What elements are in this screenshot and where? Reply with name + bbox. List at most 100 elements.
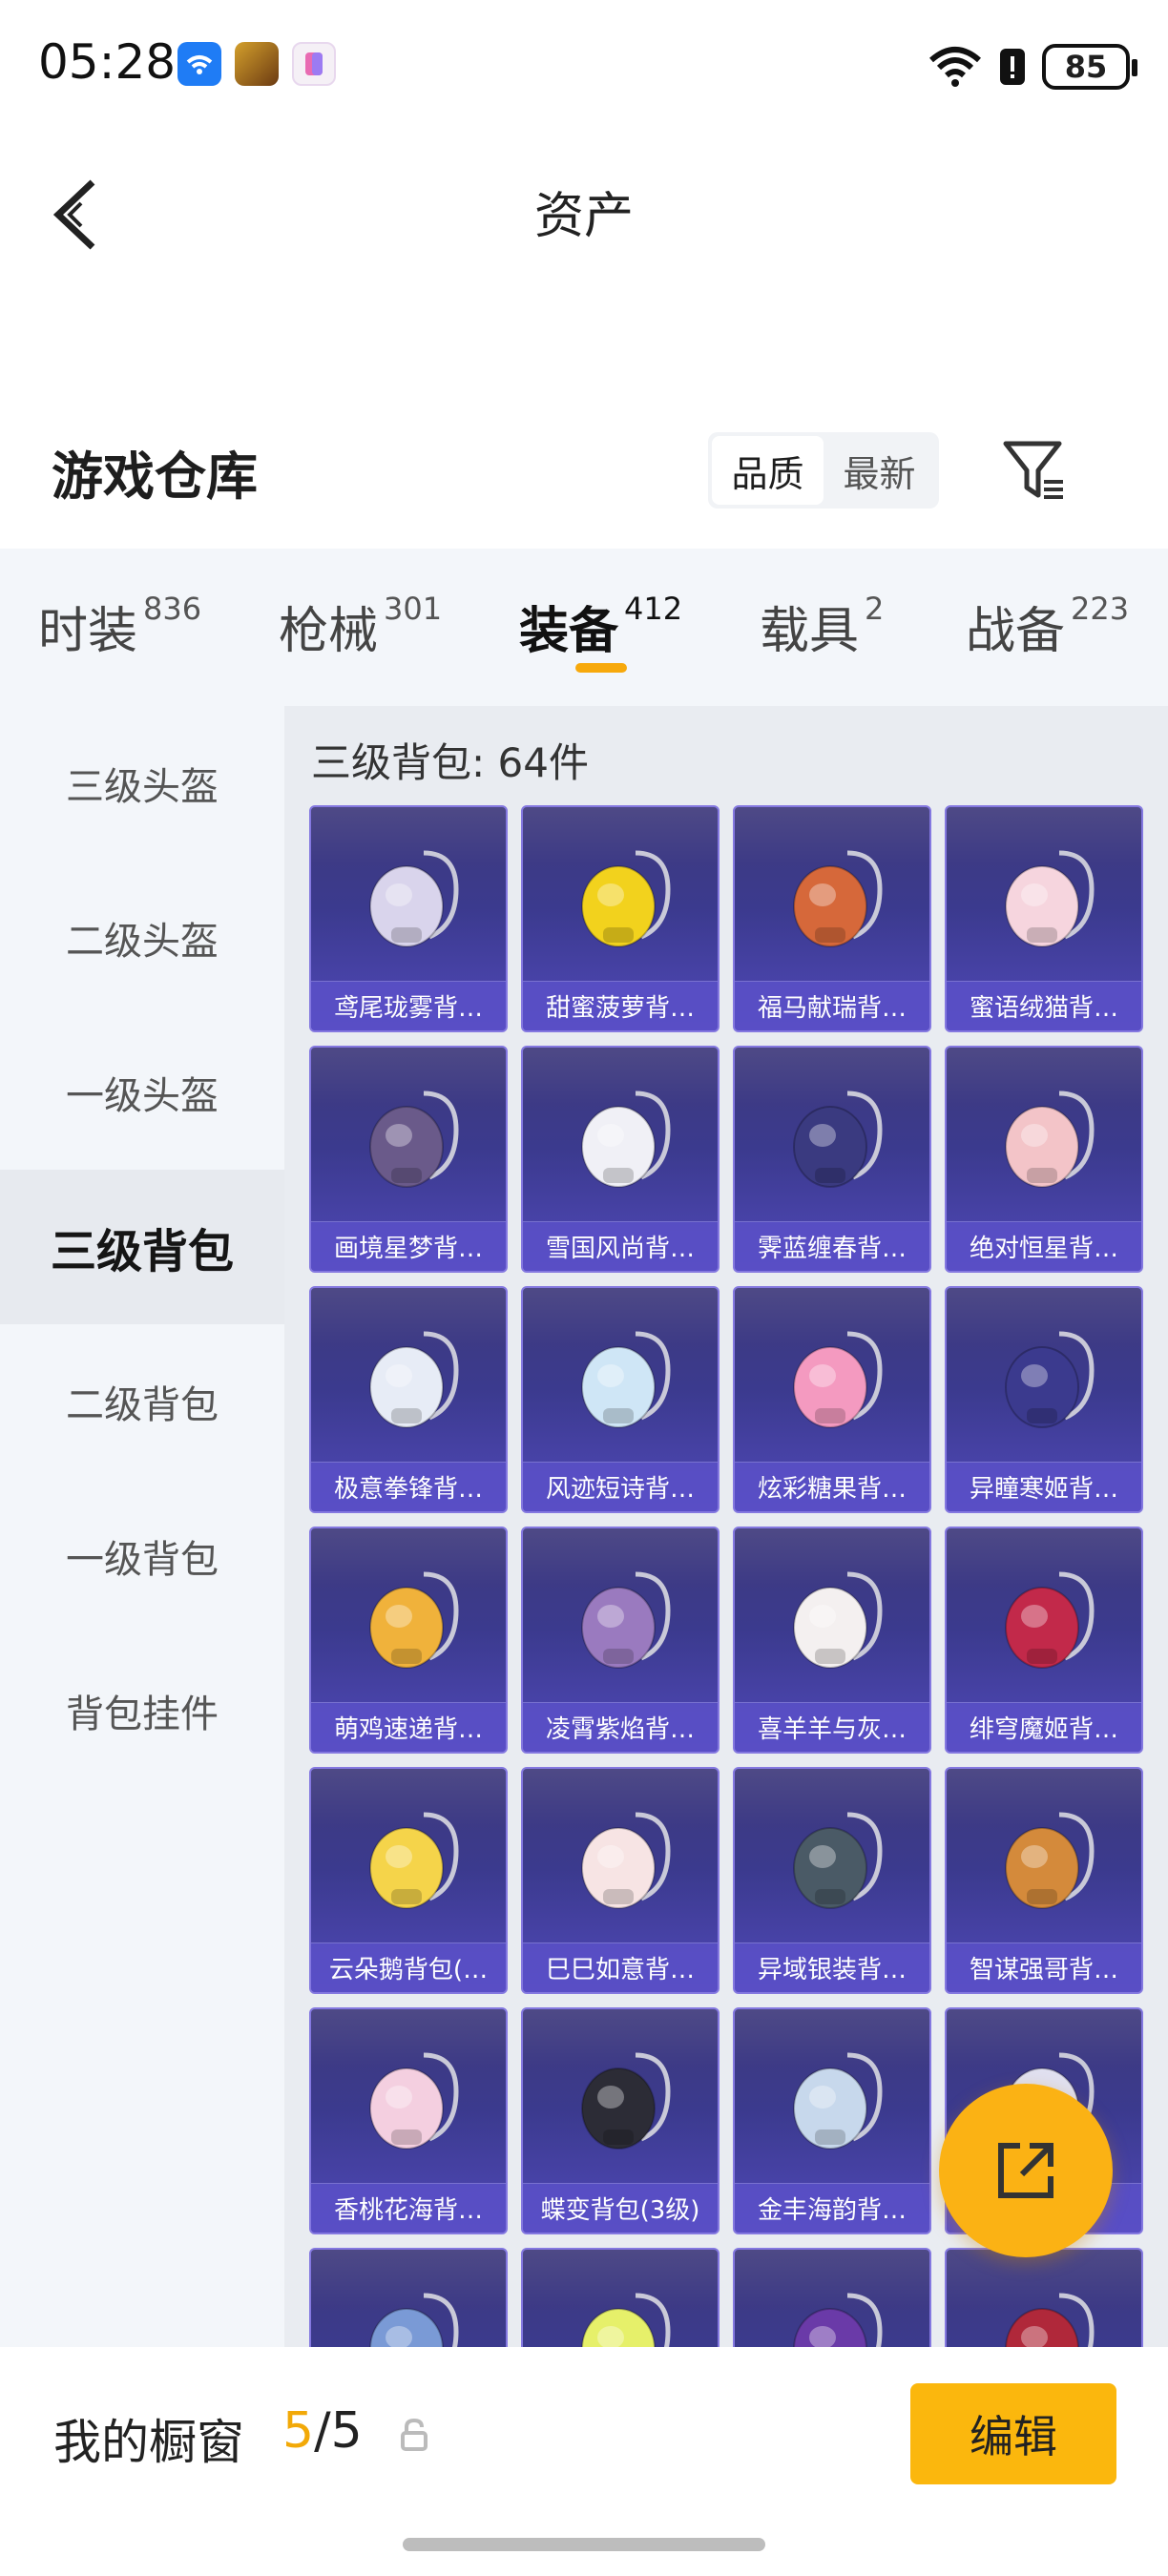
sort-quality-button[interactable]: 品质	[712, 436, 824, 505]
tab-label: 载具	[760, 603, 860, 660]
tab-count: 412	[624, 591, 683, 627]
item-card-label: 风迹短诗背…	[523, 1462, 718, 1511]
item-card[interactable]: 智谋强哥背…	[945, 1767, 1143, 1994]
backpack-art-icon	[793, 1812, 883, 1909]
share-fab-button[interactable]	[939, 2084, 1113, 2257]
tab-label: 时装	[38, 603, 138, 660]
item-card[interactable]: 香桃花海背…	[309, 2007, 508, 2234]
item-card-label: 绯穹魔姬背…	[947, 1702, 1141, 1752]
item-card[interactable]: 喜羊羊与灰…	[733, 1527, 931, 1754]
sidebar-item-lv2-helmet[interactable]: 二级头盔	[0, 861, 284, 1015]
tab-combat-prep[interactable]: 战备 223	[966, 591, 1129, 662]
tab-guns[interactable]: 枪械 301	[279, 591, 442, 662]
backpack-art-icon	[793, 850, 883, 947]
item-card[interactable]: 雪国风尚背…	[521, 1046, 720, 1273]
item-card-label: 炫彩糖果背…	[735, 1462, 929, 1511]
item-card[interactable]: 绝对恒星背…	[945, 1046, 1143, 1273]
backpack-art-icon	[369, 1812, 459, 1909]
tab-fashion[interactable]: 时装 836	[38, 591, 201, 662]
item-card[interactable]	[945, 2248, 1143, 2347]
item-card[interactable]: 异瞳寒姬背…	[945, 1286, 1143, 1513]
item-card[interactable]: 霁蓝缠春背…	[733, 1046, 931, 1273]
header: 资产	[0, 134, 1168, 363]
item-card[interactable]: 凌霄紫焰背…	[521, 1527, 720, 1754]
item-card-label: 画境星梦背…	[311, 1221, 506, 1271]
backpack-art-icon	[1005, 1331, 1095, 1428]
item-card[interactable]: 巳巳如意背…	[521, 1767, 720, 1994]
backpack-art-icon	[1005, 1091, 1095, 1188]
sidebar-item-lv2-backpack[interactable]: 二级背包	[0, 1324, 284, 1479]
backpack-art-icon	[793, 1571, 883, 1669]
game-app-icon	[235, 42, 279, 86]
lock-icon	[401, 2418, 428, 2451]
sidebar-item-lv1-helmet[interactable]: 一级头盔	[0, 1015, 284, 1170]
item-card[interactable]: 蝶变背包(3级)	[521, 2007, 720, 2234]
item-card[interactable]	[733, 2248, 931, 2347]
backpack-art-icon	[581, 1812, 671, 1909]
tab-label: 战备	[966, 603, 1066, 660]
edit-button[interactable]: 编辑	[910, 2383, 1116, 2484]
sidebar-item-backpack-charm[interactable]: 背包挂件	[0, 1633, 284, 1788]
tab-label: 装备	[519, 603, 619, 660]
item-card-label: 鸢尾珑雾背…	[311, 981, 506, 1030]
backpack-art-icon	[369, 1091, 459, 1188]
item-card[interactable]: 极意拳锋背…	[309, 1286, 508, 1513]
sort-latest-button[interactable]: 最新	[824, 436, 935, 505]
showcase-count: 5/5	[282, 2402, 363, 2460]
item-card[interactable]: 风迹短诗背…	[521, 1286, 720, 1513]
showcase-total: 5	[330, 2402, 363, 2460]
item-card[interactable]: 蜜语绒猫背…	[945, 805, 1143, 1032]
backpack-art-icon	[1005, 1571, 1095, 1669]
item-card[interactable]: 福马献瑞背…	[733, 805, 931, 1032]
item-card[interactable]: 云朵鹅背包(…	[309, 1767, 508, 1994]
item-card[interactable]	[521, 2248, 720, 2347]
page-title: 资产	[533, 188, 634, 245]
backpack-art-icon	[369, 1331, 459, 1428]
pink-app-icon	[292, 42, 336, 86]
item-card-label: 雪国风尚背…	[523, 1221, 718, 1271]
item-card[interactable]: 炫彩糖果背…	[733, 1286, 931, 1513]
item-card[interactable]: 异域银装背…	[733, 1767, 931, 1994]
item-card-label: 蜜语绒猫背…	[947, 981, 1141, 1030]
wifi-signal-icon	[929, 47, 981, 87]
item-card-label: 福马献瑞背…	[735, 981, 929, 1030]
backpack-art-icon	[793, 2052, 883, 2150]
item-card[interactable]	[309, 2248, 508, 2347]
tab-count: 2	[865, 591, 885, 627]
item-card[interactable]: 金丰海韵背…	[733, 2007, 931, 2234]
tab-vehicles[interactable]: 载具 2	[760, 591, 884, 662]
backpack-art-icon	[1005, 850, 1095, 947]
item-card[interactable]: 甜蜜菠萝背…	[521, 805, 720, 1032]
item-card-label: 凌霄紫焰背…	[523, 1702, 718, 1752]
sidebar-item-lv3-backpack[interactable]: 三级背包	[0, 1170, 284, 1324]
backpack-art-icon	[369, 850, 459, 947]
showcase-label: 我的橱窗	[53, 2415, 244, 2470]
backpack-art-icon	[369, 2052, 459, 2150]
item-card-label: 绝对恒星背…	[947, 1221, 1141, 1271]
backpack-art-icon	[581, 2052, 671, 2150]
backpack-art-icon	[581, 1331, 671, 1428]
item-card[interactable]: 画境星梦背…	[309, 1046, 508, 1273]
item-card-label: 异瞳寒姬背…	[947, 1462, 1141, 1511]
item-card[interactable]: 萌鸡速递背…	[309, 1527, 508, 1754]
sidebar-item-lv1-backpack[interactable]: 一级背包	[0, 1479, 284, 1633]
sidebar: 三级头盔 二级头盔 一级头盔 三级背包 二级背包 一级背包 背包挂件	[0, 706, 284, 2347]
tab-equipment[interactable]: 装备 412	[519, 591, 682, 662]
backpack-art-icon	[581, 850, 671, 947]
battery-icon: 85	[1042, 44, 1137, 90]
active-tab-underline	[575, 663, 627, 673]
item-card-label: 甜蜜菠萝背…	[523, 981, 718, 1030]
item-card-label: 异域银装背…	[735, 1942, 929, 1992]
filter-button[interactable]	[1000, 436, 1069, 505]
item-card-label: 萌鸡速递背…	[311, 1702, 506, 1752]
backpack-art-icon	[1005, 2293, 1095, 2347]
item-card[interactable]: 鸢尾珑雾背…	[309, 805, 508, 1032]
category-count-title: 三级背包: 64件	[311, 739, 589, 786]
backpack-art-icon	[369, 2293, 459, 2347]
item-card-label: 喜羊羊与灰…	[735, 1702, 929, 1752]
backpack-art-icon	[581, 2293, 671, 2347]
backpack-art-icon	[793, 2293, 883, 2347]
showcase-used: 5	[282, 2402, 315, 2460]
sidebar-item-lv3-helmet[interactable]: 三级头盔	[0, 706, 284, 861]
item-card[interactable]: 绯穹魔姬背…	[945, 1527, 1143, 1754]
